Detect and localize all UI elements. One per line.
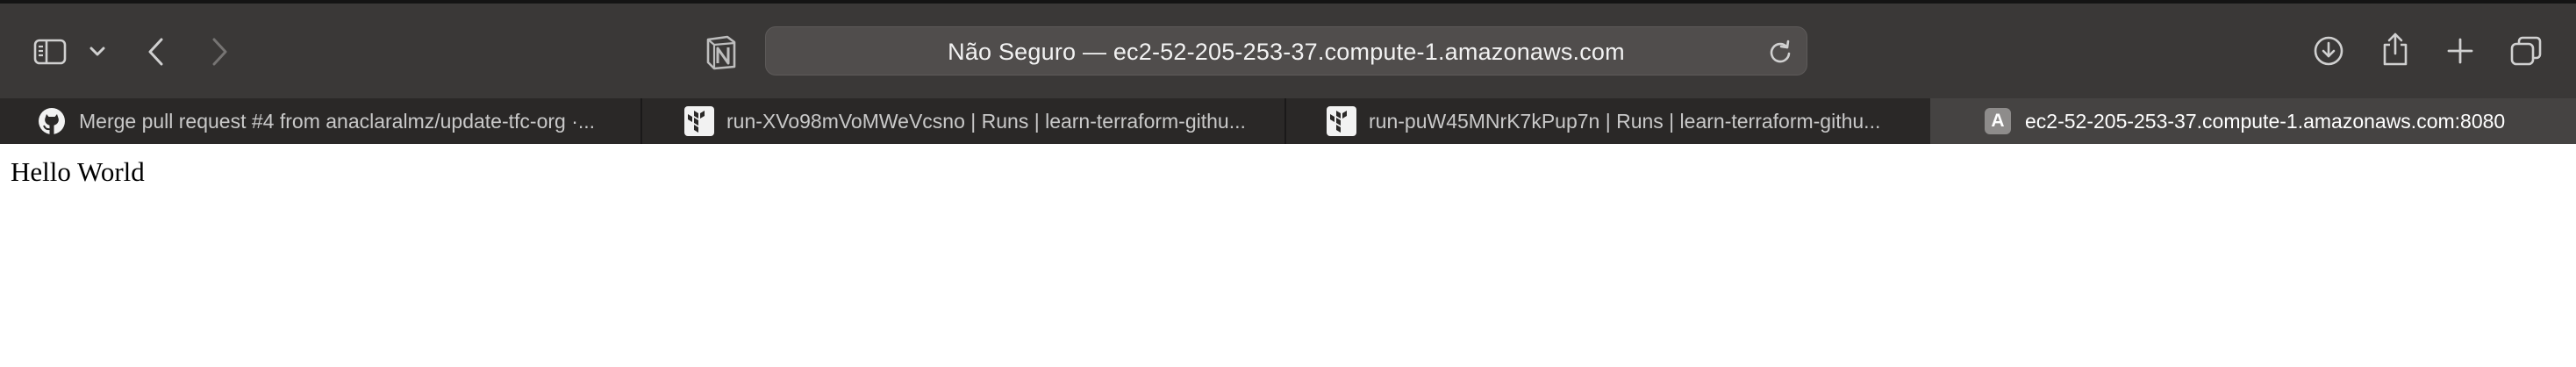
github-icon: [37, 106, 67, 136]
share-icon: [2383, 32, 2408, 66]
letter-a-icon: A: [1983, 106, 2013, 136]
tab-label: Merge pull request #4 from anaclaralmz/u…: [79, 109, 596, 133]
download-icon: [2314, 36, 2343, 66]
new-tab-button[interactable]: [2443, 33, 2478, 68]
tab-overview-icon: [2510, 36, 2542, 66]
browser-window: Não Seguro — ec2-52-205-253-37.compute-1…: [0, 0, 2576, 367]
address-bar[interactable]: Não Seguro — ec2-52-205-253-37.compute-1…: [765, 26, 1807, 76]
browser-toolbar: Não Seguro — ec2-52-205-253-37.compute-1…: [0, 0, 2576, 98]
share-button[interactable]: [2378, 30, 2413, 68]
downloads-button[interactable]: [2311, 33, 2346, 68]
page-content: Hello World: [0, 144, 2576, 367]
sidebar-toggle-button[interactable]: [32, 33, 68, 70]
url-text: Não Seguro — ec2-52-205-253-37.compute-1…: [948, 39, 1625, 65]
notion-extension-button[interactable]: [702, 33, 741, 72]
forward-icon: [212, 38, 227, 66]
chevron-down-icon: [89, 47, 105, 56]
back-button[interactable]: [140, 33, 172, 70]
sidebar-icon: [33, 39, 67, 65]
tab-terraform-run-2[interactable]: run-puW45MNrK7kPup7n | Runs | learn-terr…: [1286, 98, 1930, 144]
hello-world-text: Hello World: [11, 156, 145, 187]
favicon-letter: A: [1985, 108, 2011, 134]
notion-icon: [706, 35, 736, 70]
tab-terraform-run-1[interactable]: run-XVo98mVoMWeVcsno | Runs | learn-terr…: [642, 98, 1284, 144]
reload-button[interactable]: [1766, 38, 1794, 66]
back-icon: [148, 38, 163, 66]
reload-icon: [1770, 40, 1791, 63]
tab-bar: Merge pull request #4 from anaclaralmz/u…: [0, 98, 2576, 144]
tab-overview-button[interactable]: [2508, 33, 2544, 68]
new-tab-icon: [2447, 38, 2473, 64]
tab-label: run-XVo98mVoMWeVcsno | Runs | learn-terr…: [726, 109, 1246, 133]
forward-button[interactable]: [204, 33, 235, 70]
tab-label: ec2-52-205-253-37.compute-1.amazonaws.co…: [2025, 109, 2506, 133]
terraform-icon: [684, 106, 714, 136]
tab-label: run-puW45MNrK7kPup7n | Runs | learn-terr…: [1369, 109, 1881, 133]
sidebar-menu-button[interactable]: [86, 39, 109, 65]
terraform-icon: [1327, 106, 1356, 136]
tab-github[interactable]: Merge pull request #4 from anaclaralmz/u…: [0, 98, 640, 144]
tab-ec2-active[interactable]: A ec2-52-205-253-37.compute-1.amazonaws.…: [1930, 98, 2576, 144]
